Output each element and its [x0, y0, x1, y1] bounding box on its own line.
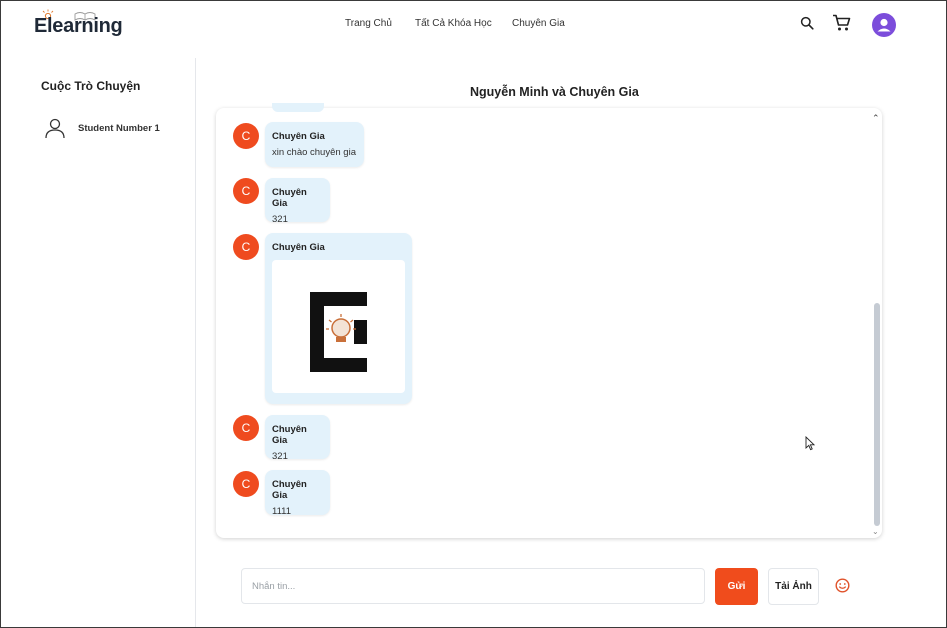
account-icon[interactable] [872, 13, 896, 37]
sidebar-title: Cuộc Trò Chuyện [41, 79, 141, 93]
message-text: 1111 [272, 506, 292, 517]
message-bubble-partial [272, 103, 324, 112]
message-text: 321 [272, 214, 288, 225]
sidebar-item-student[interactable]: Student Number 1 [41, 115, 191, 143]
nav-link-experts[interactable]: Chuyên Gia [512, 18, 565, 29]
avatar: C [233, 123, 259, 149]
chat-title: Nguyễn Minh và Chuyên Gia [470, 85, 639, 99]
message-input[interactable] [241, 568, 705, 604]
message-text: 321 [272, 451, 288, 462]
nav-link-home[interactable]: Trang Chủ [345, 18, 392, 29]
user-icon [45, 118, 65, 139]
message-sender: Chuyên Gia [272, 242, 325, 253]
message-bubble: Chuyên Gia 1111 [265, 470, 330, 517]
nav-link-all-courses[interactable]: Tất Cả Khóa Học [415, 18, 492, 29]
send-button[interactable]: Gửi [715, 568, 758, 605]
sidebar-item-label: Student Number 1 [78, 123, 160, 134]
scroll-up-icon[interactable]: ⌃ [872, 113, 880, 124]
search-icon[interactable] [800, 16, 814, 30]
avatar: C [233, 471, 259, 497]
smiley-icon[interactable] [835, 578, 850, 593]
message-sender: Chuyên Gia [272, 131, 325, 142]
elearning-logo-image [310, 292, 367, 372]
logo-text: Elearning [34, 15, 123, 37]
top-header: Elearning Trang Chủ Tất Cả Khóa Học Chuy… [1, 1, 946, 47]
scrollbar-thumb[interactable] [874, 303, 880, 526]
conversation-sidebar: Cuộc Trò Chuyện Student Number 1 [1, 58, 196, 627]
avatar: C [233, 234, 259, 260]
message-sender: Chuyên Gia [272, 187, 307, 209]
message-bubble-image: Chuyên Gia [265, 233, 412, 404]
scroll-down-icon[interactable]: ⌄ [872, 527, 879, 536]
upload-image-button[interactable]: Tải Ảnh [768, 568, 819, 605]
message-bubble: Chuyên Gia xin chào chuyên gia [265, 122, 364, 167]
message-sender: Chuyên Gia [272, 479, 307, 501]
logo[interactable]: Elearning [34, 9, 123, 41]
mouse-cursor-icon [805, 436, 815, 451]
avatar: C [233, 415, 259, 441]
message-bubble: Chuyên Gia 321 [265, 178, 330, 225]
message-image[interactable] [272, 260, 405, 393]
message-bubble: Chuyên Gia 321 [265, 415, 330, 462]
cart-icon[interactable] [832, 14, 851, 32]
avatar: C [233, 178, 259, 204]
message-text: xin chào chuyên gia [272, 147, 356, 158]
message-sender: Chuyên Gia [272, 424, 307, 446]
